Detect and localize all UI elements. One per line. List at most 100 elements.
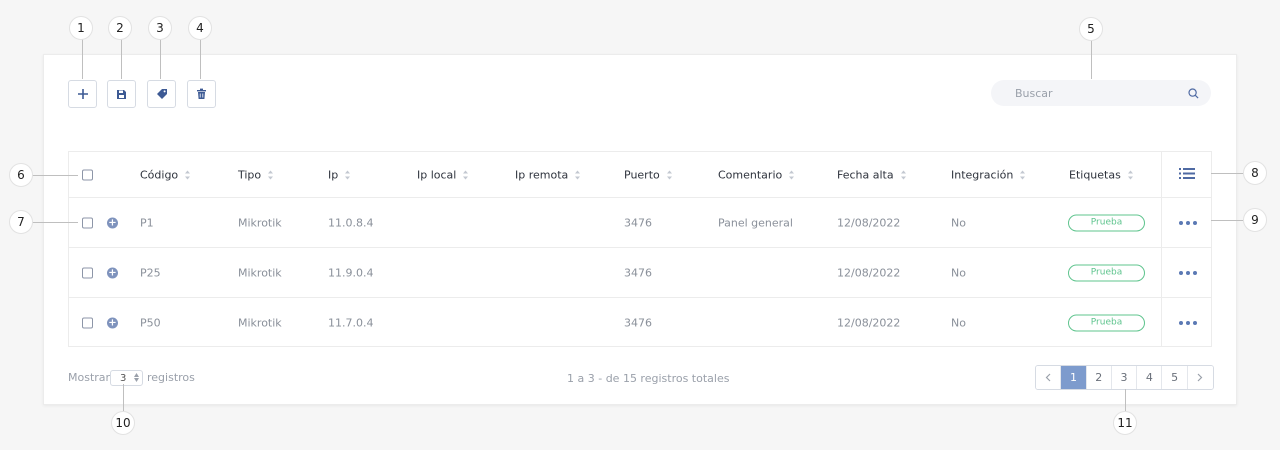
row-checkbox[interactable]: [82, 267, 93, 278]
cell-codigo: P1: [140, 216, 154, 229]
pagination: 1 2 3 4 5: [1035, 365, 1215, 390]
callout-10: 10: [111, 411, 135, 435]
search-input[interactable]: [1015, 86, 1188, 100]
sort-icon: [1019, 170, 1026, 181]
search-icon[interactable]: [1188, 87, 1199, 99]
table-header-row: Código Tipo Ip Ip local Ip remota Puerto…: [69, 152, 1211, 198]
table-row[interactable]: + P25 Mikrotik 11.9.0.4 3476 12/08/2022 …: [69, 248, 1211, 298]
page-3-button[interactable]: 3: [1111, 366, 1138, 389]
search-box: [991, 80, 1211, 106]
sort-icon: [1127, 170, 1134, 181]
cell-codigo: P50: [140, 316, 161, 329]
save-button[interactable]: [107, 80, 136, 108]
plus-icon: [77, 89, 88, 99]
callout-11: 11: [1113, 411, 1137, 435]
row-menu-button[interactable]: [1179, 220, 1197, 225]
callout-1: 1: [69, 16, 93, 40]
more-horizontal-icon: [1179, 220, 1183, 225]
page-4-button[interactable]: 4: [1137, 366, 1163, 389]
cell-ip: 11.7.0.4: [328, 316, 374, 329]
more-horizontal-icon: [1179, 320, 1183, 325]
cell-comentario: Panel general: [718, 216, 793, 229]
prev-page-button[interactable]: [1036, 366, 1062, 389]
cell-integracion: No: [951, 266, 966, 279]
sort-icon: [900, 170, 907, 181]
callout-3: 3: [148, 16, 172, 40]
row-menu-button[interactable]: [1179, 320, 1197, 325]
sort-icon: [344, 170, 351, 181]
list-icon: [1179, 167, 1195, 179]
header-ip[interactable]: Ip: [328, 168, 351, 181]
chevron-left-icon: [1045, 373, 1051, 382]
add-button[interactable]: [68, 80, 97, 108]
cell-integracion: No: [951, 216, 966, 229]
callout-9: 9: [1243, 208, 1267, 232]
header-ip-local[interactable]: Ip local: [417, 168, 469, 181]
cell-fecha-alta: 12/08/2022: [837, 316, 901, 329]
rows-per-page-select[interactable]: 3: [110, 370, 143, 386]
header-ip-remota[interactable]: Ip remota: [515, 168, 581, 181]
header-puerto[interactable]: Puerto: [624, 168, 673, 181]
more-horizontal-icon: [1179, 270, 1183, 275]
row-checkbox[interactable]: [82, 217, 93, 228]
cell-fecha-alta: 12/08/2022: [837, 266, 901, 279]
sort-icon: [462, 170, 469, 181]
records-table: Código Tipo Ip Ip local Ip remota Puerto…: [68, 151, 1212, 347]
header-comentario[interactable]: Comentario: [718, 168, 795, 181]
chevron-right-icon: [1197, 373, 1203, 382]
header-codigo[interactable]: Código: [140, 168, 191, 181]
callout-7: 7: [9, 210, 33, 234]
row-menu-button[interactable]: [1179, 270, 1197, 275]
callout-4: 4: [188, 16, 212, 40]
cell-puerto: 3476: [624, 216, 652, 229]
cell-tipo: Mikrotik: [238, 216, 282, 229]
spinner-icon[interactable]: [134, 373, 139, 382]
callout-2: 2: [108, 16, 132, 40]
expand-row-icon[interactable]: +: [107, 317, 118, 328]
cell-puerto: 3476: [624, 316, 652, 329]
floppy-disk-icon: [117, 89, 126, 99]
records-panel: Código Tipo Ip Ip local Ip remota Puerto…: [43, 54, 1237, 405]
cell-puerto: 3476: [624, 266, 652, 279]
cell-tipo: Mikrotik: [238, 266, 282, 279]
page-2-button[interactable]: 2: [1086, 366, 1112, 389]
cell-ip: 11.9.0.4: [328, 266, 374, 279]
tag-button[interactable]: [147, 80, 176, 108]
tag-badge: Prueba: [1068, 214, 1145, 231]
cell-codigo: P25: [140, 266, 161, 279]
cell-tipo: Mikrotik: [238, 316, 282, 329]
cell-ip: 11.0.8.4: [328, 216, 374, 229]
expand-row-icon[interactable]: +: [107, 217, 118, 228]
header-integracion[interactable]: Integración: [951, 168, 1026, 181]
table-row[interactable]: + P1 Mikrotik 11.0.8.4 3476 Panel genera…: [69, 198, 1211, 248]
sort-icon: [666, 170, 673, 181]
records-label: registros: [147, 371, 195, 384]
delete-button[interactable]: [187, 80, 216, 108]
page-5-button[interactable]: 5: [1162, 366, 1188, 389]
sort-icon: [788, 170, 795, 181]
callout-8: 8: [1243, 161, 1267, 185]
tag-icon: [156, 89, 167, 99]
cell-fecha-alta: 12/08/2022: [837, 216, 901, 229]
row-checkbox[interactable]: [82, 317, 93, 328]
tag-badge: Prueba: [1068, 314, 1145, 331]
callout-6: 6: [9, 163, 33, 187]
page-1-button[interactable]: 1: [1061, 366, 1087, 389]
expand-row-icon[interactable]: +: [107, 267, 118, 278]
select-all-checkbox[interactable]: [82, 169, 93, 180]
tag-badge: Prueba: [1068, 264, 1145, 281]
sort-icon: [184, 170, 191, 181]
table-row[interactable]: + P50 Mikrotik 11.7.0.4 3476 12/08/2022 …: [69, 298, 1211, 347]
columns-config-button[interactable]: [1179, 167, 1195, 182]
header-etiquetas[interactable]: Etiquetas: [1069, 168, 1134, 181]
records-summary: 1 a 3 - de 15 registros totales: [567, 372, 730, 385]
sort-icon: [574, 170, 581, 181]
trash-icon: [197, 88, 206, 99]
next-page-button[interactable]: [1187, 366, 1214, 389]
sort-icon: [267, 170, 274, 181]
header-tipo[interactable]: Tipo: [238, 168, 274, 181]
header-fecha-alta[interactable]: Fecha alta: [837, 168, 907, 181]
callout-5: 5: [1079, 17, 1103, 41]
show-label: Mostrar: [68, 371, 111, 384]
cell-integracion: No: [951, 316, 966, 329]
